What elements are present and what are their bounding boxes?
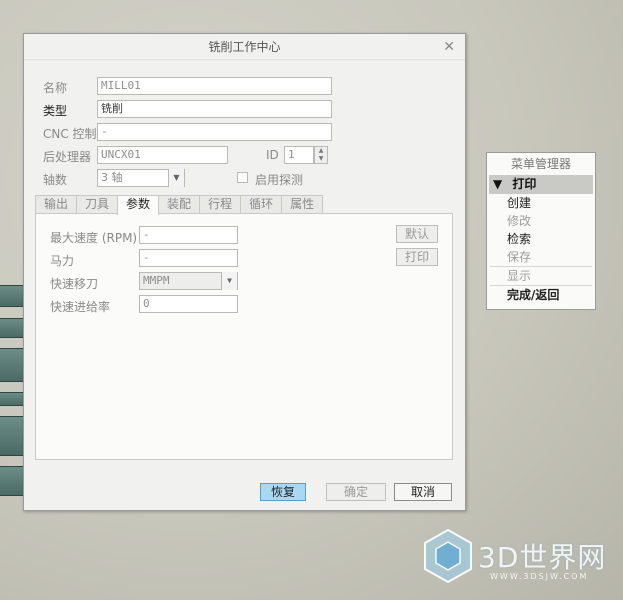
horsepower-label: 马力	[50, 254, 75, 268]
close-icon[interactable]: ✕	[443, 34, 455, 60]
tab-tools[interactable]: 刀具	[76, 195, 119, 214]
dialog-title: 铣削工作中心	[208, 40, 281, 54]
tab-bar: 输出 刀具 参数 装配 行程 循环 属性	[35, 195, 324, 215]
background-model-strip	[0, 348, 24, 382]
horsepower-field[interactable]: -	[139, 249, 238, 267]
tab-properties[interactable]: 属性	[281, 195, 324, 214]
tab-cycles[interactable]: 循环	[240, 195, 283, 214]
triangle-down-icon: ▼	[493, 177, 503, 191]
name-field[interactable]: MILL01	[97, 77, 332, 95]
menu-item-save[interactable]: 保存	[487, 248, 595, 266]
enable-probe-label: 启用探测	[255, 173, 304, 187]
id-spinner[interactable]: ▲ ▼	[314, 146, 328, 164]
rapid-traverse-value: MMPM	[143, 274, 170, 287]
background-model-strip	[0, 392, 24, 406]
background-model-strip	[0, 318, 24, 338]
max-speed-label: 最大速度 (RPM)	[50, 231, 138, 245]
rapid-traverse-select[interactable]: MMPM ▼	[139, 272, 238, 290]
axes-select[interactable]: 3 轴 ▼	[97, 169, 185, 187]
background-model-strip	[0, 285, 24, 307]
post-processor-field[interactable]: UNCX01	[97, 146, 228, 164]
parameters-panel: 最大速度 (RPM) - 马力 - 快速移刀 MMPM ▼ 快速进给率 0 默认…	[35, 213, 453, 460]
axes-select-value: 3 轴	[101, 171, 123, 184]
chevron-down-icon[interactable]: ▼	[221, 272, 237, 290]
spinner-down-icon[interactable]: ▼	[315, 155, 327, 163]
watermark-url: WWW.3DSJW.COM	[490, 572, 589, 581]
dialog-titlebar: 铣削工作中心 ✕	[24, 34, 465, 60]
tab-travel[interactable]: 行程	[199, 195, 242, 214]
type-label: 类型	[43, 104, 68, 118]
menu-manager-title: 菜单管理器	[510, 157, 571, 171]
menu-header-print[interactable]: ▼ 打印	[489, 175, 593, 194]
default-button[interactable]: 默认	[396, 225, 438, 243]
menu-header-label: 打印	[512, 177, 537, 191]
rapid-feed-field[interactable]: 0	[139, 295, 238, 313]
background-model-strip	[0, 416, 24, 456]
menu-manager: 菜单管理器 ▼ 打印 创建 修改 检索 保存 显示 完成/返回	[486, 152, 596, 310]
rapid-traverse-label: 快速移刀	[50, 277, 99, 291]
ok-button[interactable]: 确定	[326, 483, 386, 501]
menu-item-retrieve[interactable]: 检索	[487, 230, 595, 248]
watermark: 3D世界网 WWW.3DSJW.COM	[420, 528, 620, 588]
watermark-brand: 3D世界网	[478, 541, 607, 574]
chevron-down-icon[interactable]: ▼	[168, 169, 184, 187]
mill-workcell-dialog: 铣削工作中心 ✕ 名称 MILL01 类型 铣削 CNC 控制 - 后处理器 U…	[23, 33, 466, 511]
tab-parameters[interactable]: 参数	[117, 195, 160, 215]
axes-label: 轴数	[43, 173, 68, 187]
id-label: ID	[266, 148, 279, 162]
cube-logo-icon	[424, 528, 472, 584]
enable-probe-checkbox[interactable]	[237, 172, 248, 183]
menu-item-create[interactable]: 创建	[487, 194, 595, 212]
max-speed-field[interactable]: -	[139, 226, 238, 244]
tab-assembly[interactable]: 装配	[158, 195, 201, 214]
post-processor-label: 后处理器	[43, 150, 92, 164]
menu-item-modify[interactable]: 修改	[487, 212, 595, 230]
type-field[interactable]: 铣削	[97, 100, 332, 118]
print-button[interactable]: 打印	[396, 248, 438, 266]
tab-output[interactable]: 输出	[35, 195, 78, 214]
background-model-strip	[0, 466, 24, 496]
cancel-button[interactable]: 取消	[394, 483, 452, 501]
id-field[interactable]: 1	[284, 146, 314, 164]
menu-item-display[interactable]: 显示	[487, 267, 595, 285]
restore-button[interactable]: 恢复	[260, 483, 306, 501]
cnc-control-label: CNC 控制	[43, 127, 97, 141]
rapid-feed-label: 快速进给率	[50, 300, 111, 314]
cnc-control-field[interactable]: -	[97, 123, 332, 141]
name-label: 名称	[43, 81, 68, 95]
spinner-up-icon[interactable]: ▲	[315, 147, 327, 155]
menu-item-done-return[interactable]: 完成/返回	[487, 286, 595, 304]
